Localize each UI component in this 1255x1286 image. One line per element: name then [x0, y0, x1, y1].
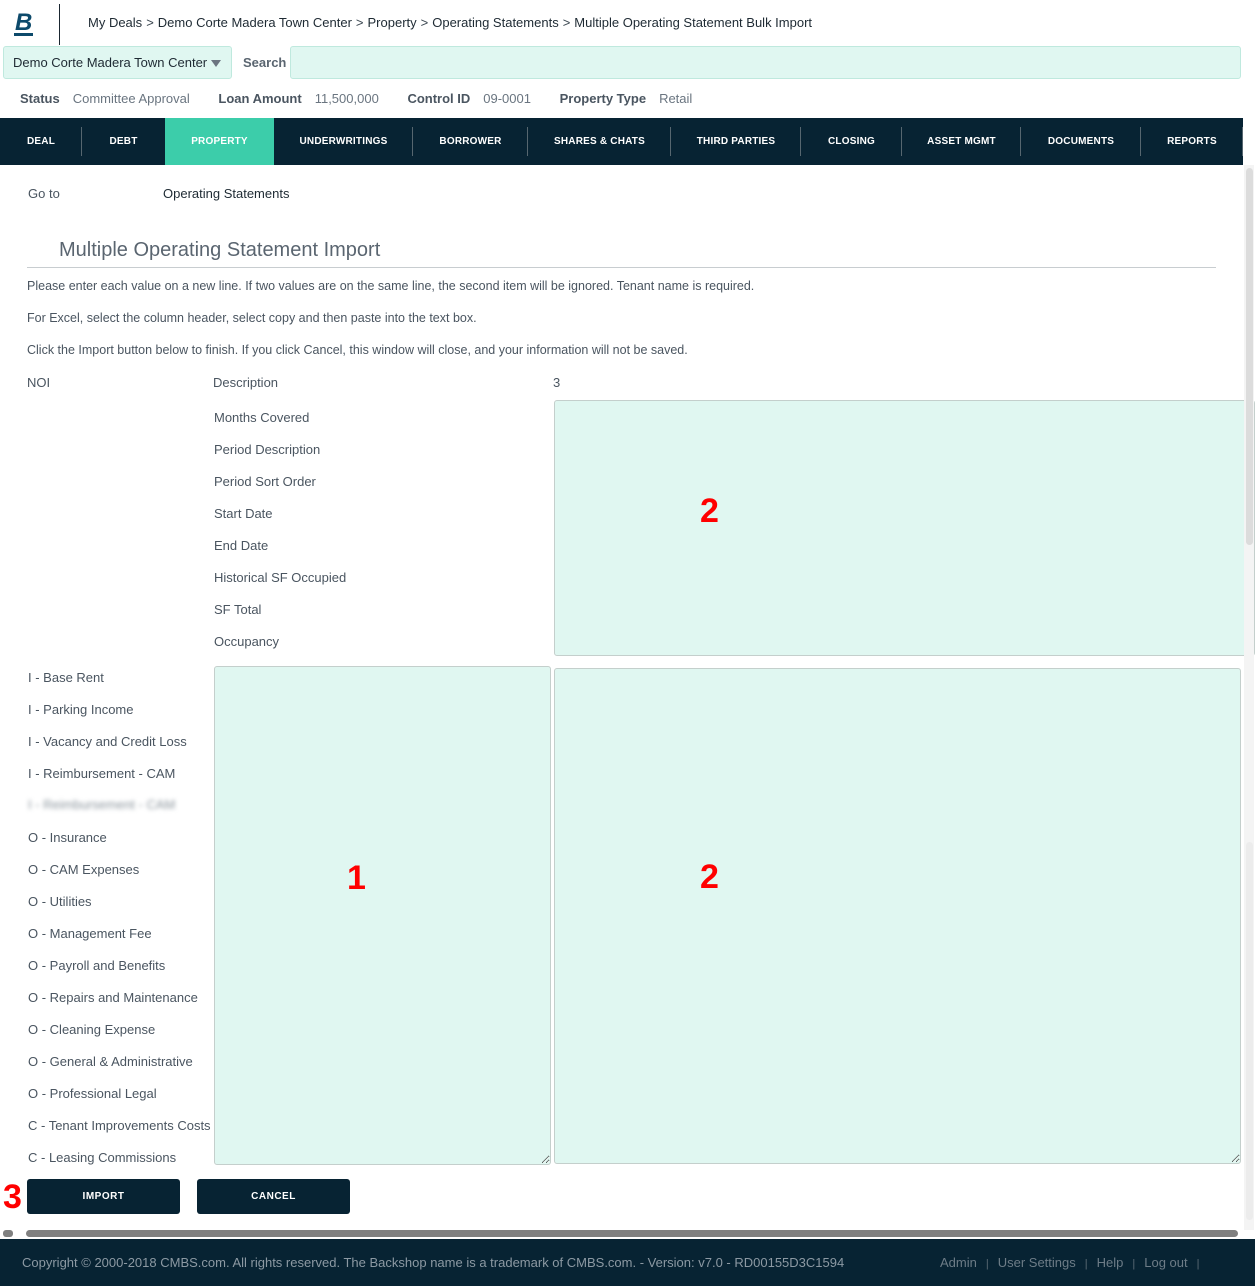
period-field-label: Historical SF Occupied [214, 570, 347, 585]
line-item-label: O - Repairs and Maintenance [28, 990, 198, 1005]
tab-third-parties[interactable]: THIRD PARTIES [671, 118, 801, 165]
svg-text:B: B [15, 9, 32, 36]
line-item-label-blurred: I - Reimbursement - CAM [28, 797, 176, 812]
status-field: Status Committee Approval [20, 91, 190, 106]
tab-closing[interactable]: CLOSING [801, 118, 902, 165]
logo-divider [59, 4, 60, 45]
top-header: B My Deals > Demo Corte Madera Town Center… [0, 0, 1255, 46]
deal-status-bar: Status Committee Approval Loan Amount 11,5… [20, 91, 717, 106]
period-values-textarea[interactable] [554, 400, 1255, 656]
control-id-label: Control ID [407, 91, 471, 106]
footer-divider: | [1132, 1258, 1136, 1270]
instruction-text: For Excel, select the column header, sel… [27, 311, 477, 325]
breadcrumb-my-deals[interactable]: My Deals [88, 15, 142, 30]
line-item-label: O - Payroll and Benefits [28, 958, 166, 973]
horizontal-scroll-left[interactable] [3, 1230, 13, 1237]
description-label: Description [213, 375, 279, 390]
tab-reports[interactable]: REPORTS [1141, 118, 1243, 165]
period-field-label: Period Description [214, 442, 321, 457]
breadcrumb-property[interactable]: Property [368, 15, 417, 30]
backshop-logo[interactable]: B [14, 9, 38, 37]
footer-divider: | [985, 1258, 989, 1270]
period-field-label: Period Sort Order [214, 474, 316, 489]
caret-down-icon [211, 60, 221, 67]
footer-link-help[interactable]: Help [1097, 1255, 1124, 1270]
footer-link-log-out[interactable]: Log out [1144, 1255, 1187, 1270]
line-item-label: O - Utilities [28, 894, 92, 909]
breadcrumb-separator: > [420, 15, 429, 30]
breadcrumb: My Deals > Demo Corte Madera Town Center > P… [88, 15, 812, 30]
loan-amount-label: Loan Amount [218, 91, 302, 106]
horizontal-scrollbar-thumb[interactable] [26, 1230, 1238, 1237]
period-field-label: End Date [214, 538, 269, 553]
tab-underwritings[interactable]: UNDERWRITINGS [274, 118, 413, 165]
period-field-label: Start Date [214, 506, 273, 521]
status-value: Committee Approval [72, 91, 190, 106]
search-input[interactable] [290, 46, 1241, 79]
copyright-text: Copyright © 2000-2018 CMBS.com. All righ… [22, 1255, 845, 1270]
property-type-value: Retail [659, 91, 693, 106]
tab-deal[interactable]: DEAL [0, 118, 82, 165]
goto-label: Go to [28, 186, 60, 201]
cancel-button[interactable]: CANCEL [197, 1179, 350, 1214]
main-nav: DEAL DEBT PROPERTY UNDERWRITINGS BORROWE… [0, 118, 1243, 165]
textarea-scrollbar-thumb[interactable] [1246, 842, 1253, 1220]
line-item-label: O - Insurance [28, 830, 107, 845]
noi-label: NOI [27, 375, 51, 390]
breadcrumb-separator: > [146, 15, 154, 30]
period-field-label: SF Total [214, 602, 262, 617]
line-values-textarea[interactable] [554, 668, 1241, 1164]
vertical-scrollbar-thumb[interactable] [1246, 168, 1253, 545]
tab-borrower[interactable]: BORROWER [413, 118, 528, 165]
property-type-field: Property Type Retail [560, 91, 693, 106]
line-item-label: I - Base Rent [28, 670, 104, 685]
control-id-field: Control ID 09-0001 [407, 91, 531, 106]
line-item-label: O - Professional Legal [28, 1086, 157, 1101]
page-title: Multiple Operating Statement Import [59, 239, 381, 261]
footer-divider: | [1084, 1258, 1088, 1270]
line-item-label: I - Vacancy and Credit Loss [28, 734, 187, 749]
line-item-label: O - Management Fee [28, 926, 152, 941]
line-item-label: O - CAM Expenses [28, 862, 140, 877]
breadcrumb-deal[interactable]: Demo Corte Madera Town Center [158, 15, 352, 30]
line-item-label: O - Cleaning Expense [28, 1022, 156, 1037]
annotation-3: 3 [3, 1178, 22, 1216]
tab-property[interactable]: PROPERTY [165, 118, 274, 165]
loan-amount-value: 11,500,000 [314, 91, 379, 106]
footer-links: Admin | User Settings | Help | Log out | [940, 1255, 1208, 1270]
line-item-label: I - Parking Income [28, 702, 134, 717]
deal-selector-dropdown[interactable]: Demo Corte Madera Town Center [3, 46, 232, 79]
breadcrumb-separator: > [355, 15, 364, 30]
footer: Copyright © 2000-2018 CMBS.com. All righ… [0, 1239, 1255, 1286]
footer-link-admin[interactable]: Admin [940, 1255, 977, 1270]
property-type-label: Property Type [559, 91, 647, 106]
tab-documents[interactable]: DOCUMENTS [1021, 118, 1141, 165]
line-item-label: I - Reimbursement - CAM [28, 766, 176, 781]
period-field-label: Months Covered [214, 410, 310, 425]
footer-link-user-settings[interactable]: User Settings [998, 1255, 1076, 1270]
search-label: Search [243, 55, 287, 70]
title-divider [27, 267, 1216, 268]
breadcrumb-separator: > [562, 15, 571, 30]
column-count: 3 [553, 375, 561, 390]
import-button[interactable]: IMPORT [27, 1179, 180, 1214]
period-field-label: Occupancy [214, 634, 280, 649]
tab-shares-chats[interactable]: SHARES & CHATS [528, 118, 671, 165]
instruction-text: Please enter each value on a new line. I… [27, 279, 755, 293]
description-textarea[interactable] [214, 666, 551, 1165]
deal-selector-value: Demo Corte Madera Town Center [13, 55, 208, 70]
goto-operating-statements-link[interactable]: Operating Statements [163, 186, 289, 201]
loan-amount-field: Loan Amount 11,500,000 [218, 91, 378, 106]
control-id-value: 09-0001 [483, 91, 531, 106]
breadcrumb-current-page: Multiple Operating Statement Bulk Import [574, 15, 813, 30]
instruction-text: Click the Import button below to finish.… [27, 343, 688, 357]
line-item-label: O - General & Administrative [28, 1054, 193, 1069]
tab-asset-mgmt[interactable]: ASSET MGMT [902, 118, 1021, 165]
footer-divider: | [1196, 1258, 1200, 1270]
tab-debt[interactable]: DEBT [82, 118, 165, 165]
line-item-label: C - Tenant Improvements Costs [28, 1118, 211, 1133]
status-label: Status [20, 91, 60, 106]
line-item-label: C - Leasing Commissions [28, 1150, 177, 1165]
breadcrumb-operating-statements[interactable]: Operating Statements [432, 15, 558, 30]
